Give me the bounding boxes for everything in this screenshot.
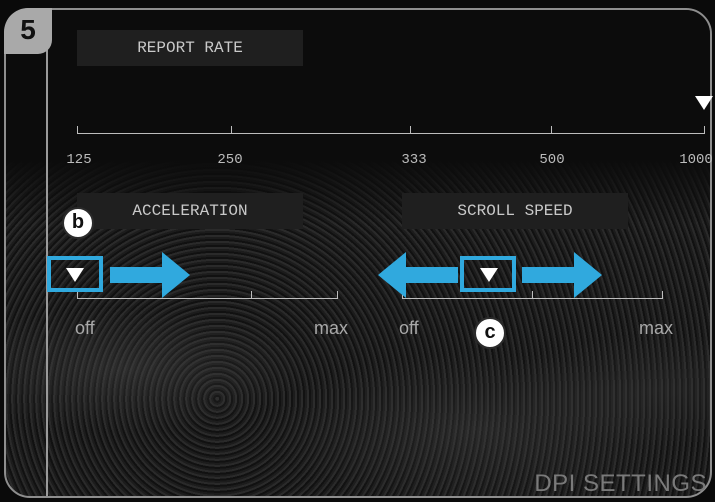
acceleration-track[interactable] — [77, 298, 338, 299]
report-rate-tick-label: 125 — [66, 152, 92, 168]
report-rate-tick — [231, 126, 232, 133]
scroll-speed-slider-handle[interactable] — [480, 268, 498, 282]
report-rate-tick — [410, 126, 411, 133]
report-rate-tick-label: 1000 — [679, 152, 713, 168]
scroll-speed-max-label: max — [639, 318, 674, 338]
scroll-speed-min-label: off — [399, 318, 419, 338]
scroll-speed-label: SCROLL SPEED — [402, 193, 628, 229]
callout-c: c — [474, 317, 506, 349]
report-rate-tick — [551, 126, 552, 133]
acceleration-tick — [337, 291, 338, 298]
callout-b: b — [62, 207, 94, 239]
report-rate-tick-label: 333 — [401, 152, 427, 168]
acceleration-max-label: max — [314, 318, 349, 338]
scroll-speed-tick — [662, 291, 663, 298]
acceleration-min-label: off — [75, 318, 95, 338]
report-rate-track[interactable] — [77, 133, 705, 134]
acceleration-slider-handle[interactable] — [66, 268, 84, 282]
left-arrow-icon — [378, 252, 458, 298]
acceleration-tick — [251, 291, 252, 298]
scroll-speed-track[interactable] — [402, 298, 663, 299]
report-rate-tick — [704, 126, 705, 133]
step-number-badge: 5 — [4, 8, 52, 54]
page-title: DPI SETTINGS — [534, 470, 707, 497]
report-rate-tick — [77, 126, 78, 133]
report-rate-label: REPORT RATE — [77, 30, 303, 66]
acceleration-tick — [77, 291, 78, 298]
report-rate-slider-handle[interactable] — [695, 96, 713, 110]
panel-divider-line — [46, 10, 48, 496]
right-arrow-icon — [110, 252, 190, 298]
report-rate-tick-label: 250 — [217, 152, 243, 168]
acceleration-label: ACCELERATION — [77, 193, 303, 229]
right-arrow-icon — [522, 252, 602, 298]
report-rate-tick-label: 500 — [539, 152, 565, 168]
